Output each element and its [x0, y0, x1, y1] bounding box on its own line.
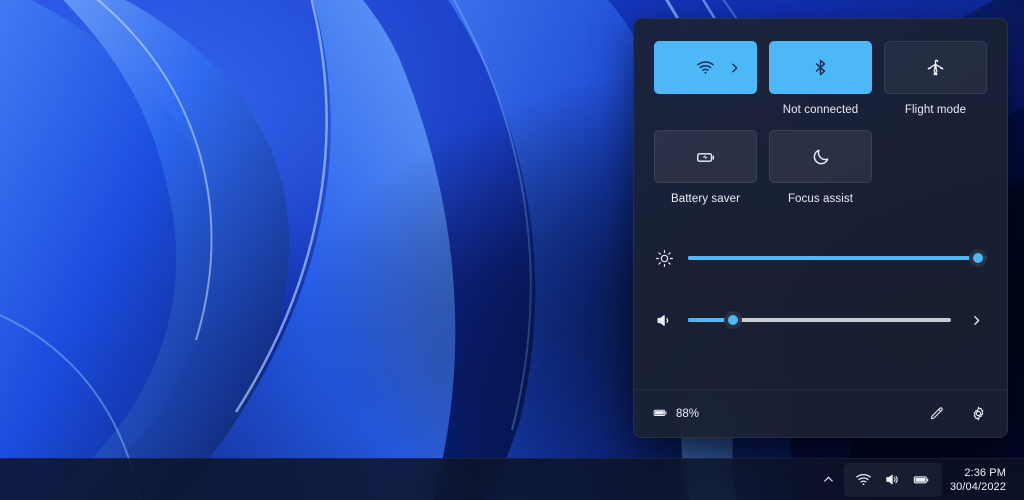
tile-cell-battery-saver: Battery saver: [654, 130, 757, 205]
volume-icon: [654, 311, 674, 330]
volume-icon[interactable]: [880, 467, 906, 493]
edit-quick-settings-button[interactable]: [921, 399, 951, 429]
quick-tile-label-battery-saver: Battery saver: [670, 193, 741, 205]
battery-icon: [652, 404, 669, 424]
quick-tile-label-flight-mode: Flight mode: [904, 104, 967, 116]
brightness-slider-fill: [688, 256, 979, 260]
settings-gear-button[interactable]: [963, 399, 993, 429]
volume-output-chevron-icon[interactable]: [965, 314, 987, 327]
quick-tile-label-bluetooth: Not connected: [782, 104, 859, 116]
quick-tile-label-focus-assist: Focus assist: [787, 193, 854, 205]
battery-status: 88%: [652, 404, 699, 424]
brightness-icon: [654, 249, 674, 268]
taskbar-clock[interactable]: 2:36 PM 30/04/2022: [946, 466, 1016, 494]
wifi-icon[interactable]: [851, 467, 877, 493]
volume-slider-row: [654, 303, 987, 337]
quick-tile-focus-assist[interactable]: [769, 130, 872, 183]
quick-settings-panel: Not connected Flight mode Battery saver …: [633, 18, 1008, 438]
tray-quick-settings-button[interactable]: [843, 462, 942, 497]
quick-tile-wifi[interactable]: [654, 41, 757, 94]
quick-tile-bluetooth[interactable]: [769, 41, 872, 94]
tile-cell-wifi: [654, 41, 757, 116]
quick-settings-tile-row-2: Battery saver Focus assist: [654, 130, 987, 205]
battery-percent-label: 88%: [676, 407, 700, 420]
moon-icon: [811, 147, 831, 167]
airplane-icon: [926, 58, 945, 77]
volume-slider[interactable]: [688, 311, 951, 329]
tile-cell-bluetooth: Not connected: [769, 41, 872, 116]
battery-icon[interactable]: [909, 467, 935, 493]
quick-settings-body: Not connected Flight mode Battery saver …: [634, 19, 1007, 389]
brightness-slider[interactable]: [688, 249, 988, 267]
battery-saver-icon: [695, 146, 717, 168]
quick-tile-flight-mode[interactable]: [884, 41, 987, 94]
taskbar: 2:36 PM 30/04/2022: [0, 458, 1024, 500]
bluetooth-icon: [811, 58, 830, 77]
tile-cell-focus-assist: Focus assist: [769, 130, 872, 205]
quick-settings-footer: 88%: [634, 389, 1007, 437]
chevron-right-icon[interactable]: [728, 61, 741, 74]
brightness-slider-thumb[interactable]: [969, 249, 988, 267]
quick-settings-tile-row: Not connected Flight mode: [654, 41, 987, 116]
clock-date: 30/04/2022: [949, 480, 1006, 493]
wifi-icon: [696, 58, 715, 77]
quick-tile-battery-saver[interactable]: [654, 130, 757, 183]
show-hidden-icons-button[interactable]: [814, 465, 844, 495]
clock-time: 2:36 PM: [964, 466, 1006, 479]
volume-slider-thumb[interactable]: [723, 311, 742, 329]
system-tray: 2:36 PM 30/04/2022: [814, 462, 1024, 497]
quick-settings-footer-actions: [921, 399, 993, 429]
tile-cell-flight-mode: Flight mode: [884, 41, 987, 116]
brightness-slider-row: [654, 241, 988, 275]
